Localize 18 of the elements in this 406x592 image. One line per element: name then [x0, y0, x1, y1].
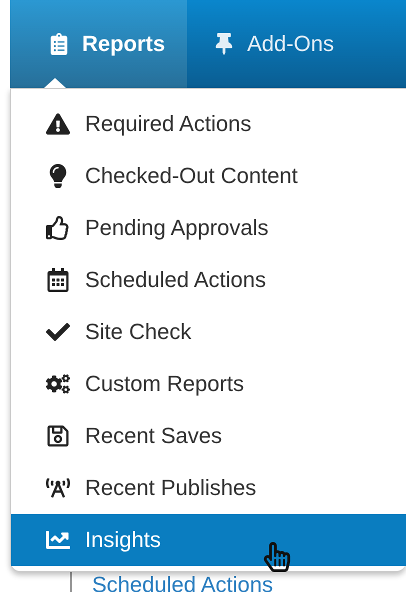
broadcast-tower-icon	[43, 476, 73, 500]
warning-icon	[43, 112, 73, 136]
line-chart-icon	[43, 528, 73, 552]
nav-tab[interactable]: Reports	[10, 0, 188, 88]
menu-item[interactable]: Custom Reports	[11, 358, 406, 410]
gears-icon	[43, 372, 73, 396]
menu-item[interactable]: Insights	[11, 514, 406, 566]
nav-tab[interactable]: Add-Ons	[187, 0, 356, 88]
menu-item[interactable]: Recent Publishes	[11, 462, 406, 514]
hand-cursor-icon	[262, 542, 292, 572]
menu-item[interactable]: Site Check	[11, 306, 406, 358]
menu-item[interactable]: Pending Approvals	[11, 202, 406, 254]
menu-item[interactable]: Checked-Out Content	[11, 150, 406, 202]
menu-item[interactable]: Scheduled Actions	[11, 254, 406, 306]
checkmark-icon	[43, 320, 73, 344]
clipboard-icon	[48, 33, 70, 55]
menu-item[interactable]: Required Actions	[11, 98, 406, 150]
menu-item[interactable]: Recent Saves	[11, 410, 406, 462]
